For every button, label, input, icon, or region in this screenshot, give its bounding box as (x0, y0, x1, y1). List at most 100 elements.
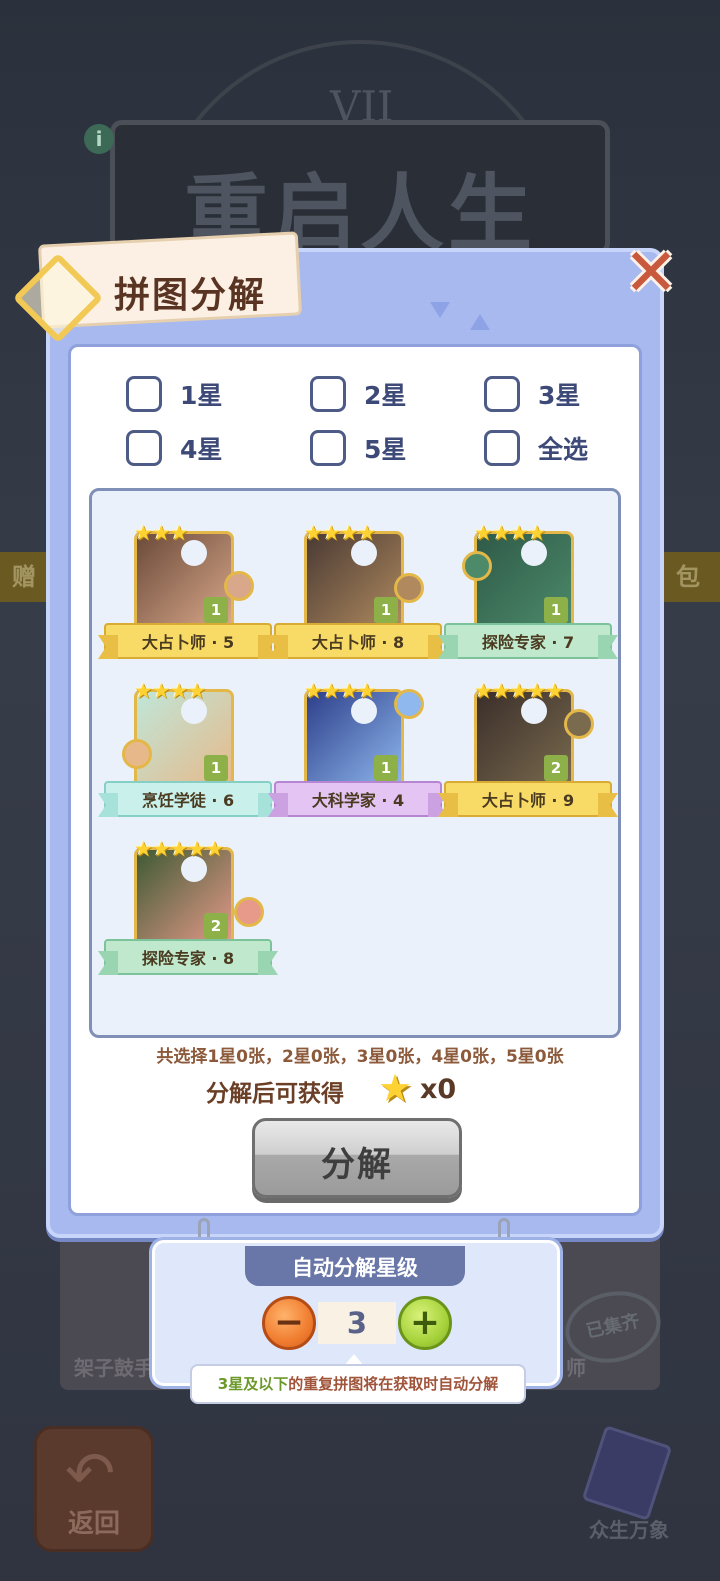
checkbox[interactable] (310, 430, 346, 466)
name-ribbon: 大占卜师 · 9 (444, 781, 612, 817)
card-label: 架子鼓手 (74, 1356, 154, 1380)
filter-5-star[interactable]: 5星 (310, 428, 406, 468)
triangle-decoration (470, 314, 490, 330)
filter-2-star[interactable]: 2星 (310, 374, 406, 414)
decrease-level-button[interactable]: − (262, 1296, 316, 1350)
star-icon: ★ (169, 837, 189, 861)
star-icon: ★ (509, 679, 529, 703)
tip-text: 的重复拼图将在获取时自动分解 (288, 1375, 499, 1393)
auto-decompose-title: 自动分解星级 (292, 1256, 418, 1280)
plus-icon: + (409, 1302, 441, 1343)
checkbox[interactable] (126, 376, 162, 412)
puzzle-grid: ★ ★ ★ 1 大占卜师 · 5 ★ ★ ★ ★ 1 大占卜师 · 8 ★ ★ ★ ★ 1 探险专家 · 7 ★ ★… (89, 488, 621, 1038)
star-icon: ★ (187, 837, 207, 861)
selection-summary: 共选择1星0张，2星0张，3星0张，4星0张，5星0张 (156, 1047, 564, 1067)
filter-label: 全选 (538, 435, 589, 464)
star-icon: ★ (491, 679, 511, 703)
star-rating: ★ ★ ★ ★ (134, 679, 207, 703)
back-button[interactable]: ↶ 返回 (34, 1426, 154, 1552)
star-icon: ★ (134, 679, 153, 703)
puzzle-piece[interactable]: ★ ★ ★ ★ ★ 2 探险专家 · 8 (104, 827, 274, 977)
decompose-label: 分解 (321, 1145, 393, 1185)
close-button[interactable]: ✕ (622, 234, 680, 311)
increase-level-button[interactable]: + (398, 1296, 452, 1350)
checkbox[interactable] (126, 430, 162, 466)
star-icon: ★ (321, 521, 341, 545)
name-ribbon: 探险专家 · 8 (104, 939, 272, 975)
star-icon: ★ (169, 679, 189, 703)
piece-name: 大科学家 · 4 (311, 791, 405, 810)
star-rating: ★ ★ ★ ★ ★ (134, 837, 225, 861)
star-icon: ★ (134, 521, 153, 545)
book-icon (581, 1425, 673, 1521)
star-icon: ★ (304, 521, 323, 545)
star-icon: ★ (304, 679, 323, 703)
count-badge: 2 (204, 913, 228, 939)
puzzle-knob (564, 709, 594, 739)
puzzle-piece[interactable]: ★ ★ ★ ★ 1 烹饪学徒 · 6 (104, 669, 274, 819)
puzzle-knob (224, 571, 254, 601)
name-ribbon: 大占卜师 · 5 (104, 623, 272, 659)
piece-name: 探险专家 · 8 (141, 949, 235, 968)
star-icon: ★ (339, 521, 359, 545)
count-badge: 2 (544, 755, 568, 781)
back-arrow-icon: ↶ (65, 1439, 116, 1509)
game-title-frame: 重启人生 (110, 120, 610, 263)
auto-level-value: 3 (318, 1302, 396, 1344)
reward-count: x0 (420, 1074, 457, 1105)
filter-select-all[interactable]: 全选 (484, 428, 588, 468)
piece-name: 大占卜师 · 8 (311, 633, 405, 652)
puzzle-knob (462, 551, 492, 581)
name-ribbon: 探险专家 · 7 (444, 623, 612, 659)
piece-name: 大占卜师 · 5 (141, 633, 235, 652)
filter-label: 5星 (364, 435, 407, 464)
star-icon: ★ (205, 837, 225, 861)
star-icon: ★ (527, 521, 547, 545)
codex-label: 众生万象 (589, 1518, 669, 1542)
star-icon: ★ (491, 521, 511, 545)
puzzle-piece[interactable]: ★ ★ ★ ★ 1 大科学家 · 4 (274, 669, 444, 819)
puzzle-piece[interactable]: ★ ★ ★ ★ 1 探险专家 · 7 (444, 511, 614, 661)
puzzle-knob (394, 689, 424, 719)
star-icon: ★ (169, 521, 189, 545)
filter-1-star[interactable]: 1星 (126, 374, 222, 414)
filter-label: 2星 (364, 381, 407, 410)
star-icon: ★ (357, 521, 377, 545)
auto-title-tab: 自动分解星级 (245, 1246, 465, 1286)
count-badge: 1 (374, 755, 398, 781)
star-icon: ★ (187, 679, 207, 703)
reward-label: 分解后可获得 (206, 1081, 344, 1107)
filter-label: 3星 (538, 381, 581, 410)
puzzle-knob (234, 897, 264, 927)
name-ribbon: 大占卜师 · 8 (274, 623, 442, 659)
star-icon: ★ (527, 679, 547, 703)
puzzle-knob (394, 573, 424, 603)
checkbox[interactable] (310, 376, 346, 412)
star-icon: ★ (339, 679, 359, 703)
filter-3-star[interactable]: 3星 (484, 374, 580, 414)
star-icon: ★ (474, 521, 493, 545)
checkbox[interactable] (484, 376, 520, 412)
piece-name: 探险专家 · 7 (481, 633, 575, 652)
puzzle-piece[interactable]: ★ ★ ★ ★ ★ 2 大占卜师 · 9 (444, 669, 614, 819)
checkbox[interactable] (484, 430, 520, 466)
puzzle-piece[interactable]: ★ ★ ★ 1 大占卜师 · 5 (104, 511, 274, 661)
puzzle-knob (122, 739, 152, 769)
left-banner: 赠 (0, 552, 48, 602)
star-icon: ★ (151, 679, 171, 703)
info-icon[interactable]: i (84, 124, 114, 154)
piece-name: 烹饪学徒 · 6 (141, 791, 235, 810)
star-icon: ★ (545, 679, 565, 703)
puzzle-piece[interactable]: ★ ★ ★ ★ 1 大占卜师 · 8 (274, 511, 444, 661)
star-icon: ★ (474, 679, 493, 703)
codex-button[interactable]: 众生万象 (574, 1425, 684, 1550)
star-icon: ★ (134, 837, 153, 861)
star-rating: ★ ★ ★ ★ (304, 679, 376, 703)
auto-decompose-tip: 3星及以下的重复拼图将在获取时自动分解 (190, 1364, 526, 1404)
triangle-decoration (430, 302, 450, 318)
decompose-button[interactable]: 分解 (252, 1118, 462, 1198)
filter-4-star[interactable]: 4星 (126, 428, 222, 468)
star-rating: ★ ★ ★ (134, 521, 189, 545)
close-icon: ✕ (623, 234, 679, 311)
right-banner: 包 (664, 552, 720, 602)
